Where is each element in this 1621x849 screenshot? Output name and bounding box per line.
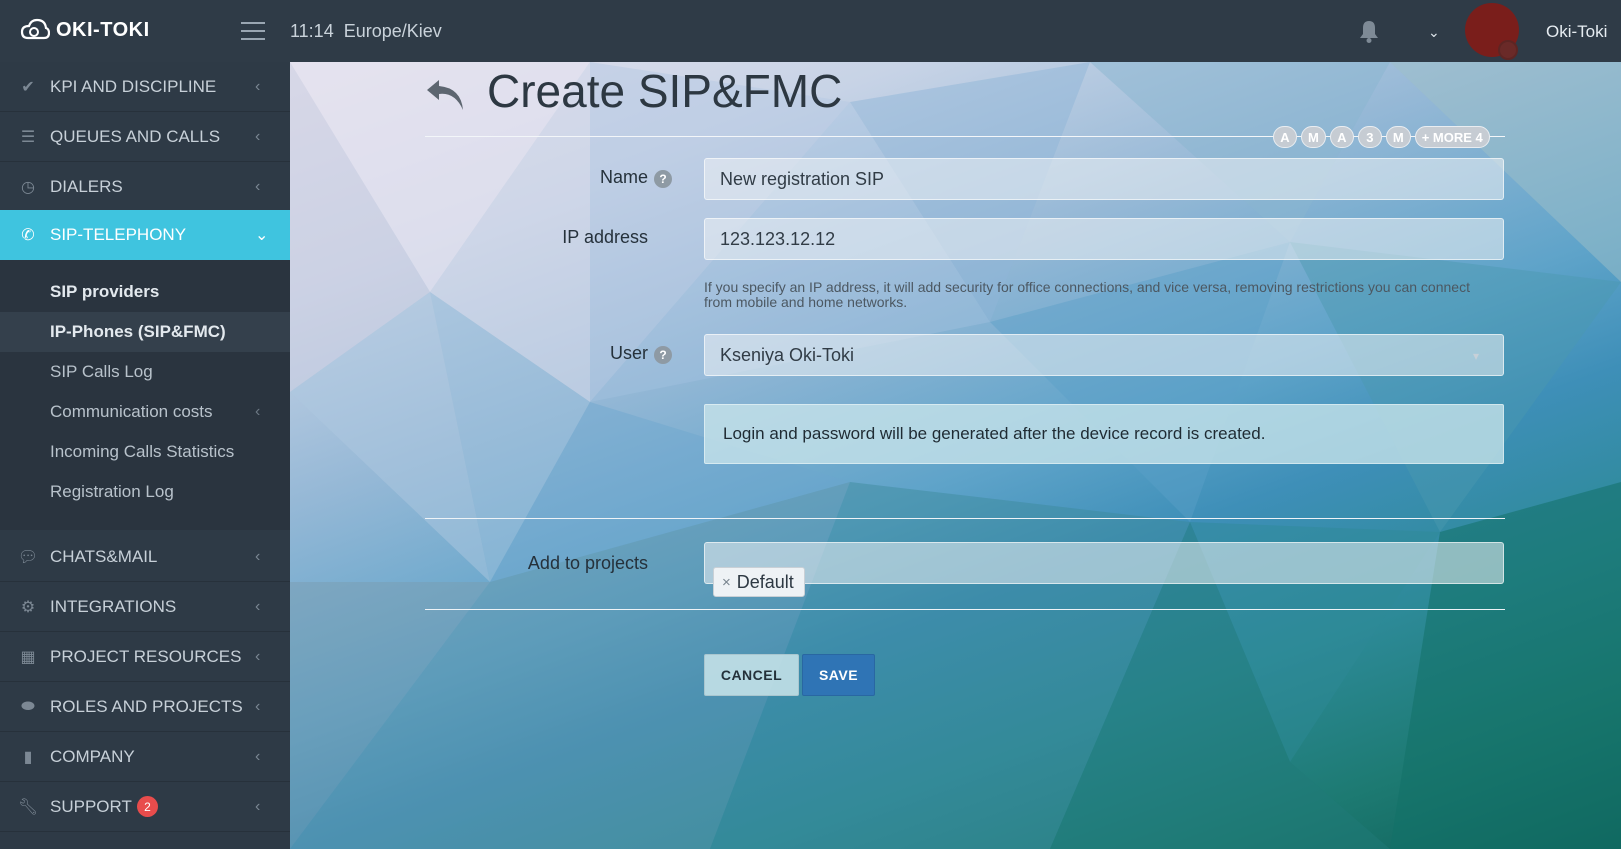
sidebar-item-company[interactable]: ▮ COMPANY ‹	[0, 732, 290, 782]
chevron-down-icon: ⌄	[255, 227, 269, 244]
sidebar-subitem-label: SIP Calls Log	[50, 362, 153, 381]
sidebar-subitem-incoming-stats[interactable]: Incoming Calls Statistics	[0, 432, 290, 472]
status-dot-icon	[1498, 40, 1518, 60]
projects-field[interactable]	[704, 542, 1504, 584]
user-pill[interactable]: 3	[1357, 126, 1382, 148]
brand-name: OKI-TOKI	[56, 18, 150, 41]
logo[interactable]: OKI-TOKI	[20, 18, 150, 42]
sidebar-subitem-registration-log[interactable]: Registration Log	[0, 472, 290, 512]
sidebar-subitem-label: Incoming Calls Statistics	[50, 442, 235, 461]
sidebar-item-queues[interactable]: ☰ QUEUES AND CALLS ‹	[0, 112, 290, 162]
chevron-left-icon: ‹	[255, 647, 261, 665]
phone-icon: ✆	[21, 227, 35, 244]
bar-chart-icon: ▮	[23, 748, 33, 766]
sidebar-item-sip-telephony[interactable]: ✆ SIP-TELEPHONY ⌄	[0, 210, 290, 260]
clock: 11:14 Europe/Kiev	[290, 21, 442, 42]
ip-address-hint: If you specify an IP address, it will ad…	[704, 279, 1470, 310]
chevron-left-icon: ‹	[255, 177, 261, 195]
check-icon: ✔	[21, 78, 35, 96]
sidebar-item-label: CHATS&MAIL	[50, 546, 158, 566]
chevron-left-icon: ‹	[255, 797, 261, 815]
ip-address-field[interactable]: 123.123.12.12	[704, 218, 1504, 260]
ip-address-label: IP address	[562, 227, 648, 247]
sidebar-item-label: SUPPORT	[50, 796, 132, 816]
bell-icon[interactable]	[1356, 18, 1382, 44]
sidebar-item-label: KPI AND DISCIPLINE	[50, 76, 217, 96]
more-users-pill[interactable]: + MORE 4	[1414, 126, 1490, 148]
sidebar: ✔ KPI AND DISCIPLINE ‹ ☰ QUEUES AND CALL…	[0, 62, 290, 849]
sidebar-item-integrations[interactable]: ⚙ INTEGRATIONS ‹	[0, 582, 290, 632]
help-icon[interactable]: ?	[654, 170, 672, 188]
sidebar-item-kpi[interactable]: ✔ KPI AND DISCIPLINE ‹	[0, 62, 290, 112]
chevron-down-icon: ▾	[1473, 349, 1480, 363]
sidebar-submenu: SIP providers IP-Phones (SIP&FMC) SIP Ca…	[0, 260, 290, 530]
section-divider	[425, 609, 1505, 610]
info-message: Login and password will be generated aft…	[704, 404, 1504, 464]
sidebar-item-label: PROJECT RESOURCES	[50, 646, 242, 666]
user-select[interactable]: Kseniya Oki-Toki	[704, 334, 1504, 376]
cancel-button[interactable]: CANCEL	[704, 654, 799, 696]
chat-icon: 💬︎	[17, 548, 39, 566]
back-arrow-icon[interactable]	[423, 74, 467, 114]
main-content: Create SIP&FMC A M A 3 M + MORE 4 Name ?…	[290, 62, 1621, 849]
project-tag: × Default	[713, 567, 805, 597]
sidebar-subitem-ip-phones[interactable]: IP-Phones (SIP&FMC)	[0, 312, 290, 352]
user-pill[interactable]: M	[1301, 126, 1326, 148]
section-divider	[425, 518, 1505, 519]
sidebar-subitem-label: Registration Log	[50, 482, 174, 501]
notification-badge: 2	[137, 796, 158, 817]
sidebar-subitem-label: IP-Phones (SIP&FMC)	[50, 322, 226, 341]
chevron-left-icon: ‹	[255, 547, 261, 565]
sidebar-item-label: ROLES AND PROJECTS	[50, 696, 243, 716]
sidebar-item-support[interactable]: 🔧︎ SUPPORT 2 ‹	[0, 782, 290, 832]
name-field[interactable]: New registration SIP	[704, 158, 1504, 200]
sidebar-item-label: COMPANY	[50, 746, 135, 766]
sidebar-subitem-label: Communication costs	[50, 402, 213, 421]
grid-icon: ▦	[20, 648, 36, 666]
sidebar-item-label: QUEUES AND CALLS	[50, 126, 221, 146]
sidebar-item-label: INTEGRATIONS	[50, 596, 177, 616]
menu-toggle-icon[interactable]	[241, 22, 265, 40]
sidebar-item-chats-mail[interactable]: 💬︎ CHATS&MAIL ‹	[0, 532, 290, 582]
sidebar-subitem-communication-costs[interactable]: Communication costs ‹	[0, 392, 290, 432]
name-label: Name	[599, 167, 648, 187]
user-pill[interactable]: M	[1385, 126, 1411, 148]
user-label: User	[609, 343, 648, 363]
user-pills: A M A 3 M + MORE 4	[1273, 126, 1490, 148]
sidebar-subitem-label: SIP providers	[50, 282, 160, 301]
project-tag-label: Default	[736, 571, 794, 592]
toggle-icon: ⬬	[21, 697, 35, 715]
sidebar-item-label: DIALERS	[50, 176, 123, 196]
user-pill[interactable]: A	[1329, 126, 1354, 148]
gears-icon: ⚙	[20, 598, 36, 616]
sidebar-item-label: SIP-TELEPHONY	[50, 225, 187, 244]
sidebar-subitem-sip-providers[interactable]: SIP providers	[0, 272, 290, 312]
save-button[interactable]: SAVE	[802, 654, 875, 696]
chevron-left-icon: ‹	[255, 127, 261, 145]
wrench-icon: 🔧︎	[17, 798, 39, 816]
sidebar-item-roles-projects[interactable]: ⬬ ROLES AND PROJECTS ‹	[0, 682, 290, 732]
chevron-left-icon: ‹	[255, 403, 261, 420]
clock-timezone: Europe/Kiev	[343, 21, 442, 41]
clock-time: 11:14	[290, 21, 334, 41]
top-bar: OKI-TOKI 11:14 Europe/Kiev ⌄ Oki-Toki	[0, 0, 1621, 62]
username[interactable]: Oki-Toki	[1546, 22, 1607, 42]
chevron-left-icon: ‹	[255, 597, 261, 615]
chevron-down-icon[interactable]: ⌄	[1428, 24, 1440, 41]
remove-tag-icon[interactable]: ×	[722, 574, 731, 591]
sidebar-subitem-sip-calls-log[interactable]: SIP Calls Log	[0, 352, 290, 392]
sidebar-item-project-resources[interactable]: ▦ PROJECT RESOURCES ‹	[0, 632, 290, 682]
list-icon: ☰	[20, 128, 36, 146]
user-pill[interactable]: A	[1273, 126, 1297, 148]
chevron-left-icon: ‹	[255, 747, 261, 765]
add-to-projects-label: Add to projects	[527, 553, 648, 573]
help-icon[interactable]: ?	[654, 346, 672, 364]
chevron-left-icon: ‹	[255, 77, 261, 95]
cloud-logo-icon	[20, 18, 50, 40]
clock-icon: ◷	[21, 178, 35, 196]
page-title: Create SIP&FMC	[487, 65, 843, 117]
chevron-left-icon: ‹	[255, 697, 261, 715]
sidebar-item-dialers[interactable]: ◷ DIALERS ‹	[0, 162, 290, 212]
